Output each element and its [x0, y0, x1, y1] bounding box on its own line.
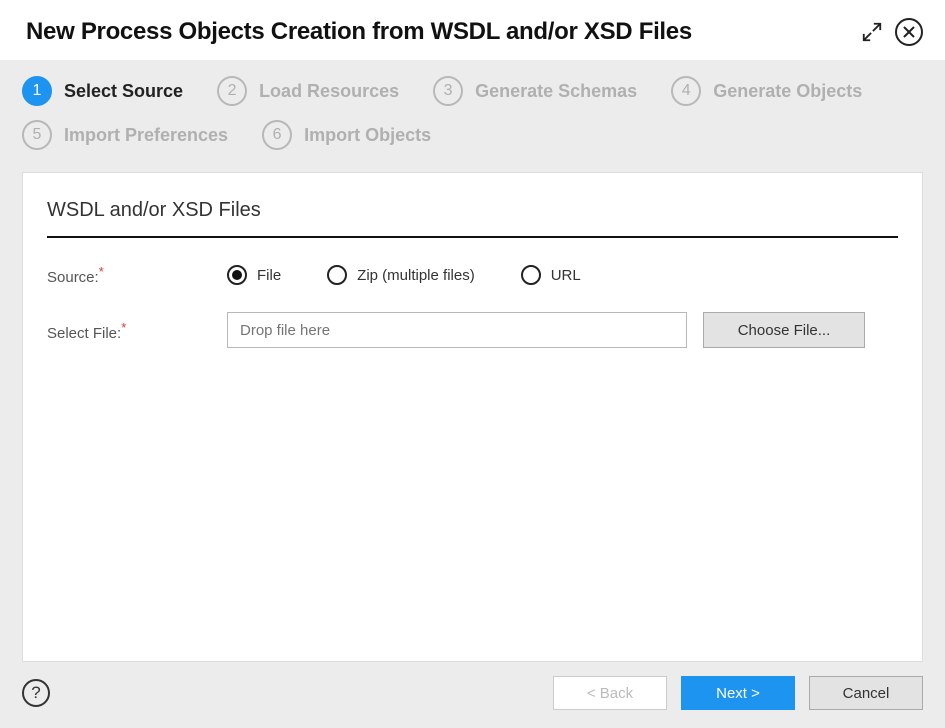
step-label: Import Preferences — [64, 125, 228, 146]
next-button[interactable]: Next > — [681, 676, 795, 710]
help-icon: ? — [31, 683, 40, 703]
radio-label: URL — [551, 267, 581, 284]
step-label: Select Source — [64, 81, 183, 102]
step-label: Import Objects — [304, 125, 431, 146]
radio-url[interactable]: URL — [521, 265, 581, 285]
select-file-label: Select File:* — [47, 312, 227, 342]
radio-file[interactable]: File — [227, 265, 281, 285]
radio-label: Zip (multiple files) — [357, 267, 475, 284]
step-import-preferences[interactable]: 5 Import Preferences — [22, 120, 228, 150]
step-number: 2 — [217, 76, 247, 106]
step-label: Generate Objects — [713, 81, 862, 102]
radio-zip[interactable]: Zip (multiple files) — [327, 265, 475, 285]
step-label: Generate Schemas — [475, 81, 637, 102]
step-load-resources[interactable]: 2 Load Resources — [217, 76, 399, 106]
step-number: 3 — [433, 76, 463, 106]
expand-icon[interactable] — [861, 21, 883, 43]
step-number: 4 — [671, 76, 701, 106]
back-button[interactable]: < Back — [553, 676, 667, 710]
step-number: 5 — [22, 120, 52, 150]
radio-label: File — [257, 267, 281, 284]
step-import-objects[interactable]: 6 Import Objects — [262, 120, 431, 150]
wizard-steps: 1 Select Source 2 Load Resources 3 Gener… — [0, 60, 945, 162]
close-icon — [895, 18, 923, 46]
step-generate-schemas[interactable]: 3 Generate Schemas — [433, 76, 637, 106]
step-select-source[interactable]: 1 Select Source — [22, 76, 183, 106]
step-label: Load Resources — [259, 81, 399, 102]
step-number: 1 — [22, 76, 52, 106]
choose-file-button[interactable]: Choose File... — [703, 312, 865, 348]
source-label: Source:* — [47, 264, 227, 286]
main-panel: WSDL and/or XSD Files Source:* File Zip … — [22, 172, 923, 662]
source-radio-group: File Zip (multiple files) URL — [227, 265, 581, 285]
step-generate-objects[interactable]: 4 Generate Objects — [671, 76, 862, 106]
help-button[interactable]: ? — [22, 679, 50, 707]
radio-icon — [327, 265, 347, 285]
radio-icon — [227, 265, 247, 285]
file-drop-input[interactable] — [227, 312, 687, 348]
panel-title: WSDL and/or XSD Files — [47, 199, 898, 238]
dialog-title: New Process Objects Creation from WSDL a… — [26, 18, 692, 46]
close-button[interactable] — [895, 18, 923, 46]
radio-icon — [521, 265, 541, 285]
step-number: 6 — [262, 120, 292, 150]
cancel-button[interactable]: Cancel — [809, 676, 923, 710]
